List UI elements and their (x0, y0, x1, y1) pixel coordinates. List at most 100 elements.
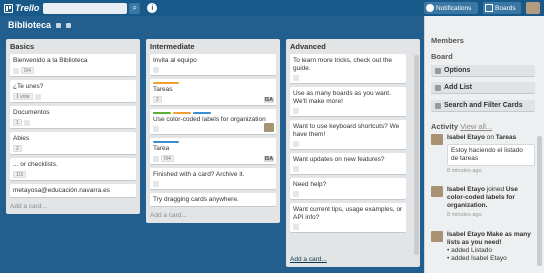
star-icon[interactable] (56, 22, 62, 28)
card-title: ... or checklists. (13, 161, 58, 168)
card[interactable]: Use color-coded labels for organization (150, 109, 276, 135)
info-icon[interactable]: i (147, 3, 158, 13)
card[interactable]: Want to use keyboard shortcuts? We have … (290, 120, 406, 150)
notifications-label: Notifications (436, 4, 472, 12)
card[interactable]: Documentos 1 (10, 106, 136, 129)
card[interactable]: Use as many boards as you want. We'll ma… (290, 87, 406, 117)
add-card-link[interactable]: Add a card... (286, 254, 331, 267)
member-avatar (431, 186, 443, 197)
label-orange (173, 112, 191, 114)
description-icon (34, 93, 41, 100)
boards-button[interactable]: Boards (483, 2, 521, 14)
card[interactable]: Invita al equipo (150, 54, 276, 76)
description-icon (293, 191, 299, 197)
description-icon (153, 181, 159, 187)
label-orange (153, 82, 179, 84)
member-initials: ISA (263, 97, 274, 103)
search-filter-button[interactable]: Search and Filter Cards (431, 100, 535, 112)
card-title: To learn more tricks, check out the guid… (293, 57, 392, 72)
card[interactable]: Tareas 2 ISA (150, 79, 276, 106)
label-blue (193, 112, 211, 114)
filter-icon (435, 102, 441, 109)
notifications-icon (426, 4, 434, 12)
activity-action: on (486, 134, 494, 141)
search-filter-label: Search and Filter Cards (444, 102, 523, 109)
board-sidebar: Members Board Options Add List Search an… (424, 16, 544, 273)
notifications-button[interactable]: Notifications (424, 2, 478, 14)
description-icon (293, 108, 299, 114)
activity-item: Isabel Etayo on Tareas Estoy haciendo el… (431, 134, 535, 175)
card-title: Try dragging cards anywhere. (153, 196, 239, 203)
activity-item: Isabel Etayo Make as many lists as you n… (431, 231, 535, 263)
board-header: Biblioteca (0, 16, 424, 34)
activity-item: Isabel Etayo joined Use color-coded labe… (431, 186, 535, 219)
options-button[interactable]: Options (431, 65, 535, 77)
description-icon (293, 166, 299, 172)
card[interactable]: metayosa@educación.navarra.es (10, 184, 136, 198)
card[interactable]: ¿Te unes? 1 vote (10, 80, 136, 103)
view-all-link[interactable]: View all... (460, 122, 492, 131)
card-title: Invita al equipo (153, 57, 197, 64)
list-scrollbar[interactable] (414, 55, 419, 255)
add-card-link[interactable]: Add a card... (146, 210, 280, 223)
card[interactable]: Abies 2 (10, 132, 136, 155)
description-icon (293, 224, 299, 230)
card[interactable]: Want current tips, usage examples, or AP… (290, 203, 406, 233)
description-icon (293, 141, 299, 147)
card[interactable]: To learn more tricks, check out the guid… (290, 54, 406, 84)
description-icon (153, 67, 159, 73)
card-title: Abies (13, 135, 30, 142)
list-title[interactable]: Intermediate (146, 39, 280, 54)
trello-logo[interactable]: Trello (4, 2, 39, 14)
sidebar-scrollbar[interactable] (537, 136, 542, 266)
card-title: Want current tips, usage examples, or AP… (293, 206, 403, 221)
checklist-badge: 1/3 (13, 171, 26, 178)
activity-time: 8 minutes ago (447, 168, 482, 174)
card[interactable]: ... or checklists. 1/3 (10, 158, 136, 181)
card[interactable]: Try dragging cards anywhere. (150, 193, 276, 207)
checklist-badge: 0/4 (21, 67, 34, 74)
comment-badge: 2 (13, 145, 22, 152)
list-title[interactable]: Basics (6, 39, 140, 54)
add-list-button[interactable]: Add List (431, 82, 535, 94)
members-heading: Members (431, 36, 464, 45)
activity-time: 8 minutes ago (447, 212, 482, 218)
activity-actor[interactable]: Isabel Etayo (447, 186, 485, 193)
card-title: ¿Te unes? (13, 83, 44, 90)
card[interactable]: Need help? (290, 178, 406, 200)
list-basics: Basics Bienvenido a la Biblioteca 0/4 ¿T… (6, 39, 140, 214)
boards-label: Boards (495, 4, 516, 12)
card-title: Use color-coded labels for organization (153, 116, 266, 123)
activity-actor[interactable]: Isabel Etayo (447, 231, 485, 238)
activity-target[interactable]: Tareas (496, 134, 516, 141)
search-input[interactable] (43, 2, 128, 14)
list-title[interactable]: Advanced (286, 39, 420, 54)
card[interactable]: Finished with a card? Archive it. (150, 168, 276, 190)
description-icon (293, 75, 299, 81)
activity-actor[interactable]: Isabel Etayo (447, 134, 485, 141)
comment-badge: 2 (153, 96, 162, 103)
activity-title: Activity (431, 122, 459, 131)
description-icon (153, 155, 159, 162)
card-title: Tarea (153, 145, 170, 152)
description-icon (13, 67, 19, 74)
card[interactable]: Tarea 0/4 ISA (150, 138, 276, 165)
user-avatar[interactable] (526, 2, 540, 14)
card[interactable]: Bienvenido a la Biblioteca 0/4 (10, 54, 136, 77)
card-title: Want to use keyboard shortcuts? We have … (293, 123, 400, 138)
gear-icon (435, 67, 441, 74)
search-icon[interactable]: ⌕ (129, 2, 141, 14)
checklist-badge: 0/4 (161, 155, 174, 162)
boards-icon (485, 4, 493, 12)
board-title[interactable]: Biblioteca (8, 20, 51, 30)
add-card-link[interactable]: Add a card... (6, 201, 140, 214)
activity-sub: • added Listado (447, 247, 492, 254)
activity-sub: • added Isabel Etayo (447, 255, 507, 262)
board-heading: Board (431, 52, 453, 61)
card[interactable]: Want updates on new features? (290, 153, 406, 175)
member-avatar (264, 123, 274, 132)
options-label: Options (444, 67, 471, 74)
visibility-icon[interactable] (66, 22, 72, 28)
watch-icon (153, 126, 159, 132)
list-advanced: Advanced To learn more tricks, check out… (286, 39, 420, 267)
